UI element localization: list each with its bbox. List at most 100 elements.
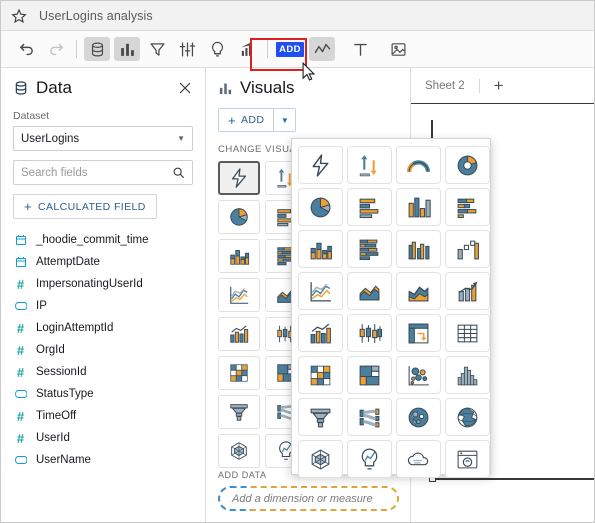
add-image-button[interactable] bbox=[385, 37, 411, 61]
plus-icon: + bbox=[24, 199, 32, 214]
data-panel: Data Dataset UserLogins ▼ Search fields bbox=[1, 68, 206, 522]
dataset-value: UserLogins bbox=[21, 132, 80, 145]
calculated-field-button[interactable]: + CALCULATED FIELD bbox=[13, 194, 157, 219]
field-item[interactable]: # UserId bbox=[13, 427, 193, 449]
visuals-button[interactable] bbox=[114, 37, 140, 61]
popup-visual-type-pivot-table[interactable] bbox=[396, 314, 441, 352]
popup-visual-type-box-plot[interactable] bbox=[347, 314, 392, 352]
dataset-select[interactable]: UserLogins ▼ bbox=[13, 126, 193, 151]
field-name: AttemptDate bbox=[36, 256, 100, 268]
popup-visual-type-stacked-vertical-bar[interactable] bbox=[298, 230, 343, 268]
redo-button[interactable] bbox=[43, 37, 69, 61]
filter-button[interactable] bbox=[144, 37, 170, 61]
popup-visual-type-custom-visual[interactable] bbox=[445, 440, 490, 478]
drop-zone-text: Add a dimension or measure bbox=[232, 492, 373, 505]
popup-visual-type-table[interactable] bbox=[445, 314, 490, 352]
popup-visual-type-area[interactable] bbox=[347, 272, 392, 310]
popup-visual-type-funnel[interactable] bbox=[298, 398, 343, 436]
database-icon bbox=[13, 80, 29, 96]
data-panel-header: Data bbox=[13, 78, 193, 98]
workspace: Data Dataset UserLogins ▼ Search fields bbox=[1, 68, 594, 522]
sheet-tab[interactable]: Sheet 2 bbox=[425, 80, 465, 92]
star-icon[interactable] bbox=[11, 8, 27, 24]
popup-visual-type-treemap[interactable] bbox=[347, 356, 392, 394]
popup-visual-type-stacked-bar-100[interactable] bbox=[347, 230, 392, 268]
field-name: UserName bbox=[36, 454, 91, 466]
field-name: SessionId bbox=[36, 366, 87, 378]
field-item[interactable]: UserName bbox=[13, 449, 193, 471]
add-visual-button[interactable] bbox=[309, 37, 335, 61]
popup-visual-type-insight[interactable] bbox=[347, 440, 392, 478]
search-fields-input[interactable]: Search fields bbox=[13, 160, 193, 185]
parameters-button[interactable] bbox=[174, 37, 200, 61]
popup-visual-type-points-on-map[interactable] bbox=[396, 398, 441, 436]
add-chip-button[interactable]: ADD bbox=[275, 37, 305, 61]
popup-visual-type-filled-map[interactable] bbox=[445, 398, 490, 436]
add-text-button[interactable] bbox=[347, 37, 373, 61]
insights-button[interactable] bbox=[204, 37, 230, 61]
popup-visual-type-donut[interactable] bbox=[445, 146, 490, 184]
field-item[interactable]: IP bbox=[13, 295, 193, 317]
field-item[interactable]: # OrgId bbox=[13, 339, 193, 361]
popup-visual-type-vertical-bar[interactable] bbox=[396, 188, 441, 226]
popup-visual-type-stacked-horizontal-bar[interactable] bbox=[445, 188, 490, 226]
field-item[interactable]: # LoginAttemptId bbox=[13, 317, 193, 339]
popup-visual-type-heat-map[interactable] bbox=[298, 356, 343, 394]
popup-visual-type-stacked-area[interactable] bbox=[396, 272, 441, 310]
popup-visual-type-kpi[interactable] bbox=[347, 146, 392, 184]
number-field-icon: # bbox=[16, 342, 25, 358]
calculated-field-label: CALCULATED FIELD bbox=[38, 200, 146, 213]
field-item[interactable]: StatusType bbox=[13, 383, 193, 405]
popup-visual-type-gauge[interactable] bbox=[396, 146, 441, 184]
field-item[interactable]: # ImpersonatingUserId bbox=[13, 273, 193, 295]
undo-button[interactable] bbox=[13, 37, 39, 61]
popup-visual-type-autograph[interactable] bbox=[298, 146, 343, 184]
popup-visual-type-combo[interactable] bbox=[445, 272, 490, 310]
popup-visual-type-horizontal-bar[interactable] bbox=[347, 188, 392, 226]
toolbar: ADD bbox=[1, 31, 594, 68]
visuals-panel-header: Visuals bbox=[218, 78, 398, 98]
date-field-icon bbox=[13, 234, 28, 246]
data-button[interactable] bbox=[84, 37, 110, 61]
popup-visual-type-waterfall[interactable] bbox=[445, 230, 490, 268]
popup-visual-type-line[interactable] bbox=[298, 272, 343, 310]
popup-visual-type-word-cloud[interactable] bbox=[396, 440, 441, 478]
visual-type-stacked-vertical-bar[interactable] bbox=[218, 239, 260, 273]
visual-type-pie[interactable] bbox=[218, 200, 260, 234]
field-item[interactable]: AttemptDate bbox=[13, 251, 193, 273]
popup-visual-type-clustered-bar[interactable] bbox=[396, 230, 441, 268]
add-visual-main[interactable]: + ADD bbox=[219, 109, 274, 131]
popup-visual-type-scatter-plot[interactable] bbox=[396, 356, 441, 394]
popup-visual-type-pie[interactable] bbox=[298, 188, 343, 226]
field-item[interactable]: # TimeOff bbox=[13, 405, 193, 427]
sheet-divider bbox=[478, 78, 480, 93]
add-visual-dropdown-arrow[interactable]: ▼ bbox=[273, 109, 296, 131]
chevron-down-icon: ▼ bbox=[177, 134, 185, 143]
field-drop-zone[interactable]: Add a dimension or measure bbox=[218, 486, 399, 511]
popup-visual-type-sankey[interactable] bbox=[347, 398, 392, 436]
visual-type-line[interactable] bbox=[218, 278, 260, 312]
field-item[interactable]: _hoodie_commit_time bbox=[13, 229, 193, 251]
threshold-alerts-button[interactable] bbox=[234, 37, 260, 61]
add-sheet-button[interactable]: + bbox=[494, 77, 504, 94]
plus-icon: + bbox=[228, 112, 236, 128]
visual-type-heat-map[interactable] bbox=[218, 356, 260, 390]
add-chip-label: ADD bbox=[276, 41, 304, 57]
popup-visual-type-radar[interactable] bbox=[298, 440, 343, 478]
visual-type-picker[interactable] bbox=[291, 138, 491, 478]
date-field-icon bbox=[13, 256, 28, 268]
field-name: TimeOff bbox=[36, 410, 77, 422]
popup-visual-type-combo-bar-line[interactable] bbox=[298, 314, 343, 352]
visual-type-radar[interactable] bbox=[218, 434, 260, 468]
close-icon[interactable] bbox=[177, 80, 193, 96]
string-field-icon bbox=[13, 388, 28, 400]
visual-type-autograph[interactable] bbox=[218, 161, 260, 195]
search-placeholder: Search fields bbox=[21, 166, 88, 179]
visual-type-funnel[interactable] bbox=[218, 395, 260, 429]
field-item[interactable]: # SessionId bbox=[13, 361, 193, 383]
quicksight-analysis-window: UserLogins analysis ADD Data Dataset Use… bbox=[0, 0, 595, 523]
popup-visual-type-histogram[interactable] bbox=[445, 356, 490, 394]
visual-type-combo-bar-line[interactable] bbox=[218, 317, 260, 351]
field-name: StatusType bbox=[36, 388, 94, 400]
add-visual-split-button[interactable]: + ADD ▼ bbox=[218, 108, 297, 132]
